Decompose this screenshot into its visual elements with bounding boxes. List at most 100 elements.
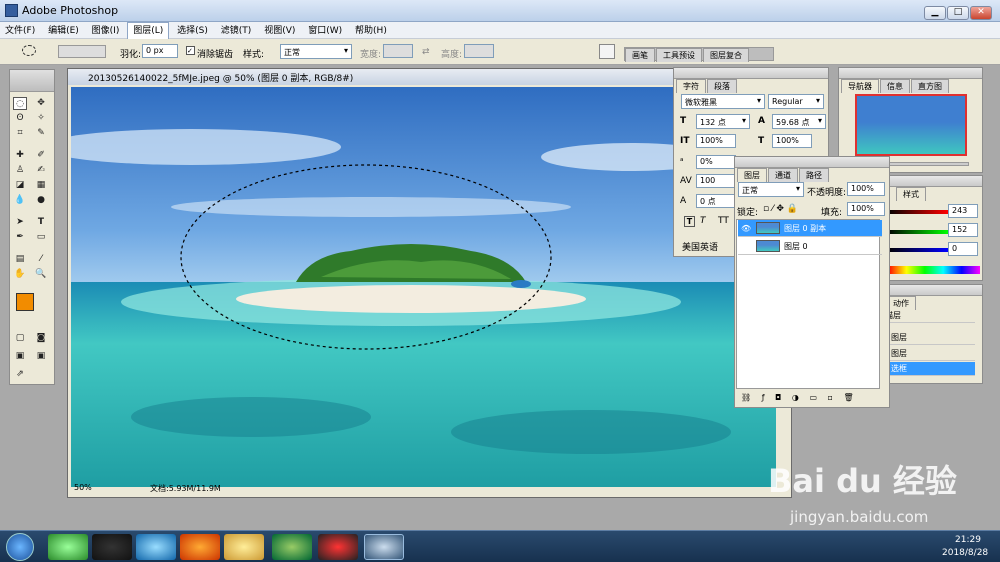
- healing-brush-icon[interactable]: ✚: [13, 149, 27, 162]
- baseline-input[interactable]: 0 点: [696, 194, 736, 208]
- firefox-icon[interactable]: [180, 534, 220, 560]
- notes-tool-icon[interactable]: ▤: [13, 253, 27, 266]
- tab-paths[interactable]: 路径: [799, 168, 829, 182]
- blue-value[interactable]: 0: [948, 242, 978, 256]
- antialias-checkbox[interactable]: ✓: [186, 46, 195, 55]
- menu-edit[interactable]: 编辑(E): [43, 23, 84, 39]
- tab-brushes[interactable]: 画笔: [625, 48, 655, 62]
- start-button[interactable]: [6, 533, 34, 561]
- dodge-tool-icon[interactable]: ●: [34, 194, 48, 207]
- tab-character[interactable]: 字符: [676, 79, 706, 93]
- move-tool-icon[interactable]: ✥: [34, 97, 48, 110]
- swap-icon[interactable]: ⇄: [422, 47, 430, 57]
- all-caps-icon[interactable]: TT: [718, 216, 729, 226]
- tab-paragraph[interactable]: 段落: [707, 79, 737, 93]
- eye-icon[interactable]: 👁: [741, 220, 751, 237]
- magic-wand-tool-icon[interactable]: ✧: [34, 112, 48, 125]
- feather-input[interactable]: 0 px: [142, 44, 178, 58]
- height-input[interactable]: [464, 44, 494, 58]
- navigator-thumbnail[interactable]: [855, 94, 967, 156]
- recorder-icon[interactable]: [318, 534, 358, 560]
- tab-styles[interactable]: 样式: [896, 187, 926, 201]
- zoom-tool-icon[interactable]: 🔍: [34, 268, 48, 281]
- media-icon[interactable]: [136, 534, 176, 560]
- tab-navigator[interactable]: 导航器: [841, 79, 879, 93]
- style-select[interactable]: 正常: [280, 44, 352, 59]
- crop-tool-icon[interactable]: ⌗: [13, 127, 27, 140]
- history-item[interactable]: 图层: [885, 331, 975, 345]
- menu-layer[interactable]: 图层(L): [127, 22, 170, 40]
- history-item[interactable]: 描层: [885, 309, 975, 323]
- maximize-button[interactable]: □: [947, 6, 969, 20]
- photoshop-taskbar-icon[interactable]: [364, 534, 404, 560]
- history-brush-icon[interactable]: ✍: [34, 164, 48, 177]
- font-family-select[interactable]: 微软雅黑: [681, 94, 765, 109]
- close-button[interactable]: ✕: [970, 6, 992, 20]
- jump-to-imageready-icon[interactable]: ⇗: [13, 368, 27, 381]
- history-item[interactable]: 图层: [885, 347, 975, 361]
- eyedropper-tool-icon[interactable]: ⁄: [34, 253, 48, 266]
- lock-icons[interactable]: ▫ ⁄ ✥ 🔒: [763, 204, 798, 214]
- brush-tool-icon[interactable]: ✐: [34, 149, 48, 162]
- fill-input[interactable]: 100%: [847, 202, 885, 216]
- foreground-color-swatch[interactable]: [16, 293, 34, 311]
- menu-select[interactable]: 选择(S): [172, 23, 213, 39]
- font-size-select[interactable]: 132 点: [696, 114, 750, 129]
- elliptical-marquee-icon[interactable]: [22, 45, 36, 56]
- image-canvas[interactable]: [71, 87, 776, 487]
- red-slider[interactable]: [888, 210, 948, 214]
- tab-info[interactable]: 信息: [880, 79, 910, 93]
- horizontal-scale-input[interactable]: 100%: [772, 134, 812, 148]
- taskbar-app-icon[interactable]: [48, 534, 88, 560]
- opacity-input[interactable]: 100%: [847, 182, 885, 196]
- tab-layers[interactable]: 图层: [737, 168, 767, 182]
- faux-italic-icon[interactable]: T: [700, 216, 706, 226]
- history-item-selected[interactable]: 选框: [885, 362, 975, 376]
- shape-tool-icon[interactable]: ▭: [34, 231, 48, 244]
- width-input[interactable]: [383, 44, 413, 58]
- slice-tool-icon[interactable]: ✎: [34, 127, 48, 140]
- quickmask-mode-icon[interactable]: ◙: [34, 332, 48, 345]
- tracking-percent-input[interactable]: 0%: [696, 155, 736, 169]
- taskbar-app-icon[interactable]: [272, 534, 312, 560]
- font-style-select[interactable]: Regular: [768, 94, 824, 109]
- fullscreen-mode-icon[interactable]: ▣: [34, 350, 48, 363]
- eraser-tool-icon[interactable]: ◪: [13, 179, 27, 192]
- palette-well-icon[interactable]: [599, 44, 615, 59]
- tab-actions[interactable]: 动作: [886, 296, 916, 310]
- blend-mode-select[interactable]: 正常: [738, 182, 804, 197]
- layer-row-selected[interactable]: 👁 图层 0 副本: [738, 220, 882, 237]
- menu-view[interactable]: 视图(V): [259, 23, 300, 39]
- tab-channels[interactable]: 通道: [768, 168, 798, 182]
- selection-mode-buttons[interactable]: [58, 45, 106, 58]
- zoom-level[interactable]: 50%: [74, 483, 92, 492]
- screen-mode-icon[interactable]: ▣: [13, 350, 27, 363]
- red-value[interactable]: 243: [948, 204, 978, 218]
- green-slider[interactable]: [888, 230, 948, 234]
- standard-mode-icon[interactable]: ▢: [13, 332, 27, 345]
- green-value[interactable]: 152: [948, 223, 978, 237]
- clone-stamp-icon[interactable]: ♙: [13, 164, 27, 177]
- menu-image[interactable]: 图像(I): [87, 23, 125, 39]
- blur-tool-icon[interactable]: 💧: [13, 194, 27, 207]
- gradient-tool-icon[interactable]: ▦: [34, 179, 48, 192]
- hand-tool-icon[interactable]: ✋: [13, 268, 27, 281]
- vertical-scale-input[interactable]: 100%: [696, 134, 736, 148]
- menu-help[interactable]: 帮助(H): [350, 23, 392, 39]
- menu-window[interactable]: 窗口(W): [303, 23, 347, 39]
- tab-layer-comps[interactable]: 图层复合: [703, 48, 749, 62]
- layer-row[interactable]: 图层 0: [738, 238, 882, 255]
- tracking-input[interactable]: 100: [696, 174, 736, 188]
- color-ramp[interactable]: [888, 266, 980, 274]
- qq-icon[interactable]: [92, 534, 132, 560]
- blue-slider[interactable]: [888, 248, 948, 252]
- explorer-icon[interactable]: [224, 534, 264, 560]
- lasso-tool-icon[interactable]: ʘ: [13, 112, 27, 125]
- leading-select[interactable]: 59.68 点: [772, 114, 826, 129]
- menu-filter[interactable]: 滤镜(T): [216, 23, 257, 39]
- path-select-icon[interactable]: ➤: [13, 216, 27, 229]
- tab-tool-presets[interactable]: 工具预设: [656, 48, 702, 62]
- marquee-tool-icon[interactable]: ◌: [13, 97, 27, 110]
- pen-tool-icon[interactable]: ✒: [13, 231, 27, 244]
- tab-histogram[interactable]: 直方图: [911, 79, 949, 93]
